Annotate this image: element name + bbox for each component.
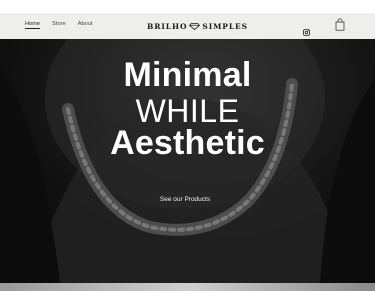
instagram-icon[interactable] [303,23,310,36]
site-header: Home Store About BRILHO SIMPLES [0,13,375,39]
page: Home Store About BRILHO SIMPLES Minimal … [0,0,375,291]
hero-headline-line1: Minimal [123,56,252,94]
main-nav: Home Store About [25,21,93,29]
hero-headline-line3: Aesthetic [110,124,265,162]
brand-name-left: BRILHO [147,21,188,31]
nav-item-store[interactable]: Store [52,21,66,29]
hero-section: Minimal WHILE Aesthetic See our Products [0,39,375,283]
nav-item-about[interactable]: About [78,21,93,29]
brand-logo[interactable]: BRILHO SIMPLES [147,21,248,31]
see-products-button[interactable]: See our Products [151,192,219,207]
next-section-preview [0,283,375,291]
nav-item-home[interactable]: Home [25,21,41,29]
gem-icon [189,22,201,30]
shopping-bag-icon[interactable] [335,18,345,31]
brand-name-right: SIMPLES [202,21,248,31]
